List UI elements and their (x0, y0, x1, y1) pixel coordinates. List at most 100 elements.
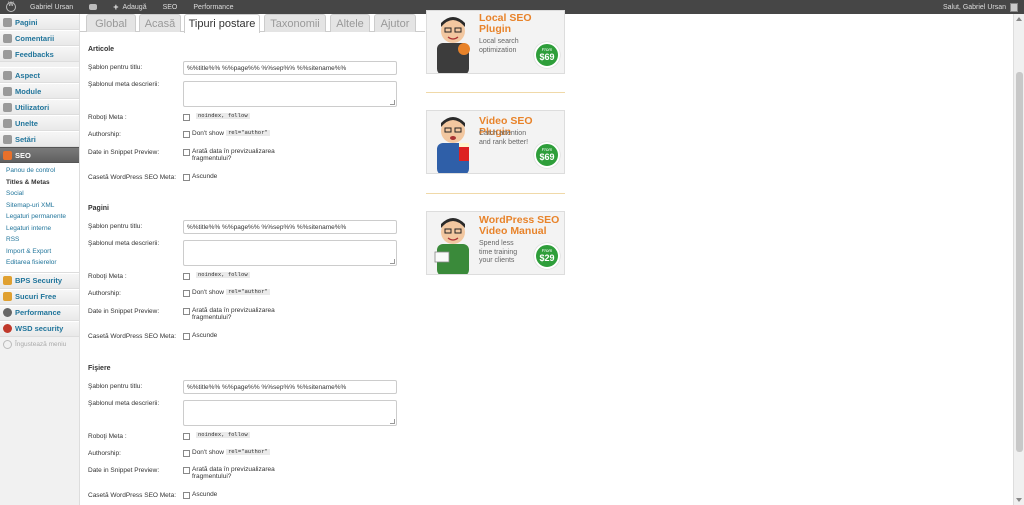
ad-sub-line2: optimization (479, 46, 517, 54)
sidebar-item-comments[interactable]: Comentarii (0, 30, 79, 46)
sidebar-item-performance[interactable]: Performance (0, 304, 79, 321)
greeting-text: Salut, Gabriel Ursan (942, 3, 1006, 11)
pages-authorship-checkbox[interactable] (183, 289, 190, 297)
tab-other[interactable]: Altele (330, 14, 370, 32)
seo-submenu: Panou de control Titles & Metas Social S… (0, 163, 79, 273)
pages-date-checkbox[interactable] (183, 307, 190, 315)
pages-title-template-input[interactable]: %%title%% %%page%% %%sep%% %%sitename%% (183, 220, 397, 234)
posts-title-template-input[interactable]: %%title%% %%page%% %%sep%% %%sitename%% (183, 61, 397, 75)
posts-date-checkbox[interactable] (183, 148, 190, 156)
posts-date-row: Arată data în previzualizarea fragmentulu… (183, 148, 275, 162)
wsd-security-icon (3, 324, 12, 333)
metabox-text: Ascunde (192, 491, 218, 498)
date-snippet-label: Date in Snippet Preview: (88, 308, 160, 315)
authorship-label: Authorship: (88, 131, 121, 138)
price-value: $69 (539, 152, 555, 162)
meta-template-label: Şablonul meta descrierii: (88, 81, 160, 88)
price-badge: From $69 (534, 42, 560, 68)
add-new-label: Adaugă (122, 3, 147, 11)
authorship-text: Don't show (192, 130, 224, 137)
ad-local-seo[interactable]: Local SEO Plugin Local search optimization… (426, 10, 565, 74)
posts-robots-row: noindex, follow (183, 113, 250, 121)
pages-meta-template-textarea[interactable] (183, 240, 397, 266)
sidebar-item-label: Aspect (15, 70, 41, 80)
performance-icon (3, 308, 12, 317)
submenu-xml-sitemaps[interactable]: Sitemap-uri XML (0, 200, 79, 212)
submenu-titles-metas[interactable]: Titles & Metas (0, 177, 79, 189)
media-date-row: Arată data în previzualizarea fragmentulu… (183, 466, 275, 480)
submenu-internal-links[interactable]: Legaturi interne (0, 223, 79, 235)
sidebar-item-pages[interactable]: Pagini (0, 14, 79, 30)
submenu-file-editor[interactable]: Editarea fisierelor (0, 257, 79, 269)
submenu-rss[interactable]: RSS (0, 234, 79, 246)
admin-bar-comments[interactable] (81, 0, 105, 14)
sidebar-item-settings[interactable]: Setări (0, 131, 79, 147)
tab-home[interactable]: Acasă (139, 14, 181, 32)
sidebar-item-wsd-security[interactable]: WSD security (0, 320, 79, 337)
wordpress-logo-icon[interactable] (0, 0, 22, 14)
ad-title-line2: Video Manual (479, 225, 547, 237)
submenu-social[interactable]: Social (0, 188, 79, 200)
sidebar-item-bps-security[interactable]: BPS Security (0, 272, 79, 289)
ad-video-seo[interactable]: Video SEO Plugin Catch attention and rank… (426, 110, 565, 174)
plus-icon: + (113, 2, 119, 12)
ad-sub-line2: and rank better! (479, 138, 529, 146)
collapse-menu[interactable]: Îngustează meniu (0, 337, 79, 353)
pages-metabox-checkbox[interactable] (183, 332, 190, 340)
admin-bar-add-new[interactable]: + Adaugă (105, 0, 154, 14)
scroll-down-arrow-icon[interactable] (1016, 498, 1022, 502)
submenu-dashboard[interactable]: Panou de control (0, 165, 79, 177)
admin-bar-account[interactable]: Salut, Gabriel Ursan (935, 0, 1024, 14)
scroll-thumb[interactable] (1016, 72, 1023, 452)
sidebar-item-seo[interactable]: SEO (0, 147, 79, 163)
section-title-pages: Pagini (88, 205, 110, 212)
pages-robots-checkbox[interactable] (183, 272, 190, 280)
posts-authorship-checkbox[interactable] (183, 130, 190, 138)
sidebar-item-users[interactable]: Utilizatori (0, 99, 79, 115)
collapse-label: Îngustează meniu (15, 341, 67, 348)
robots-code: noindex, follow (196, 272, 250, 278)
sidebar-item-tools[interactable]: Unelte (0, 115, 79, 131)
sidebar-item-appearance[interactable]: Aspect (0, 67, 79, 83)
ad-sub-line3: your clients (479, 257, 515, 264)
submenu-import-export[interactable]: Import & Export (0, 246, 79, 258)
tools-icon (3, 118, 12, 128)
sidebar-item-label: Comentarii (15, 33, 55, 43)
tab-post-types[interactable]: Tipuri postare (184, 14, 260, 33)
media-title-template-input[interactable]: %%title%% %%page%% %%sep%% %%sitename%% (183, 380, 397, 394)
section-title-posts: Articole (88, 46, 115, 53)
meta-template-label: Şablonul meta descrierii: (88, 240, 160, 247)
price-badge: From $29 (534, 243, 560, 269)
admin-bar-seo[interactable]: SEO (155, 0, 186, 14)
ad-video-manual[interactable]: WordPress SEO Video Manual Spend less time… (426, 211, 565, 275)
posts-robots-checkbox[interactable] (183, 113, 190, 121)
tab-taxonomies[interactable]: Taxonomii (264, 14, 326, 32)
date-snippet-label: Date in Snippet Preview: (88, 467, 160, 474)
sidebar-item-feedbacks[interactable]: Feedbacks (0, 46, 79, 62)
sidebar-item-label: WSD security (15, 324, 64, 333)
ad-title: Local SEO Plugin (479, 13, 532, 35)
posts-metabox-checkbox[interactable] (183, 173, 190, 181)
page-scrollbar[interactable] (1013, 14, 1024, 505)
date-text-line2: fragmentului? (192, 155, 232, 162)
scroll-up-arrow-icon[interactable] (1016, 17, 1022, 21)
admin-bar-site-name[interactable]: Gabriel Ursan (22, 0, 81, 14)
tab-global[interactable]: Global (86, 14, 136, 32)
sidebar-item-plugins[interactable]: Module (0, 83, 79, 99)
posts-metabox-row: Ascunde (183, 173, 217, 181)
posts-meta-template-textarea[interactable] (183, 81, 397, 107)
sidebar-item-sucuri[interactable]: Sucuri Free (0, 288, 79, 305)
tab-help[interactable]: Ajutor (374, 14, 416, 32)
admin-bar-performance[interactable]: Performance (185, 0, 241, 14)
submenu-permalinks[interactable]: Legaturi permanente (0, 211, 79, 223)
media-authorship-checkbox[interactable] (183, 449, 190, 457)
media-metabox-row: Ascunde (183, 491, 217, 499)
ad-subtitle: Local search optimization (479, 38, 519, 55)
metabox-label: Casetă WordPress SEO Meta: (88, 174, 177, 181)
media-metabox-checkbox[interactable] (183, 491, 190, 499)
media-date-checkbox[interactable] (183, 466, 190, 474)
media-meta-template-textarea[interactable] (183, 400, 397, 426)
date-text-line2: fragmentului? (192, 314, 232, 321)
pages-authorship-row: Don't show rel="author" (183, 289, 270, 297)
media-robots-checkbox[interactable] (183, 432, 190, 440)
